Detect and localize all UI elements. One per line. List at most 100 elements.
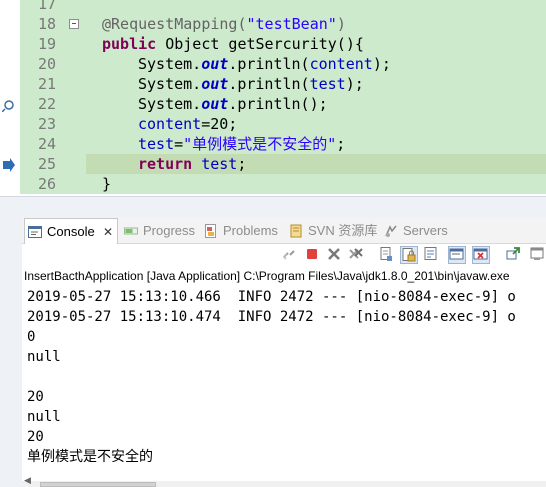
display-selected-console-icon[interactable] [528,246,546,264]
code-text: System.out.println(content); [138,54,391,74]
tab-label: Progress [143,223,196,238]
variable-token: test [138,135,175,153]
code-text: System.out.println(); [138,94,328,114]
tab-label: Problems [223,223,278,238]
code-line[interactable]: 22 System.out.println(); [20,94,546,114]
string-token: "单例模式是不安全的" [183,135,337,153]
code-line-current[interactable]: 25 return test; [20,154,546,174]
fold-slot [66,174,86,194]
line-number: 25 [20,154,66,174]
scroll-left-icon[interactable]: ◀ [24,476,31,486]
scrollbar-thumb[interactable] [40,482,156,487]
code-token: = [174,135,184,153]
console-process-label: InsertBacthApplication [Java Application… [22,268,546,285]
fold-slot [66,0,86,14]
code-line[interactable]: 21 System.out.println(test); [20,74,546,94]
code-line[interactable]: 17 [20,0,546,14]
line-number: 21 [20,74,66,94]
view-left-strip [0,218,22,487]
field-token: out [201,55,229,73]
code-line[interactable]: 23 content=20; [20,114,546,134]
fold-slot [66,54,86,74]
keyword-token: public [102,35,157,53]
terminate-icon[interactable] [303,246,321,264]
code-text: System.out.println(test); [138,74,364,94]
close-icon[interactable]: ✕ [103,219,113,245]
show-console-on-stderr-icon[interactable] [472,246,490,264]
editor-text-area[interactable]: 17 18 @RequestMapping("testBean") 19 pub… [20,0,546,196]
tab-problems[interactable]: Problems [204,218,286,244]
clear-console-icon[interactable] [377,246,395,264]
code-token: Object getSercurity(){ [156,35,364,53]
string-token: "testBean" [246,15,337,33]
code-text: test="单例模式是不安全的"; [138,134,345,154]
console-line: null [27,349,61,365]
code-token: ; [336,135,346,153]
line-background [86,0,546,14]
code-token: .println(); [228,95,328,113]
code-line[interactable]: 24 test="单例模式是不安全的"; [20,134,546,154]
view-tab-bar: Console ✕ Progress Problems SVN 资源库 Serv… [22,218,546,244]
remove-all-terminated-icon[interactable] [347,246,365,264]
fold-slot [66,34,86,54]
code-line[interactable]: 19 public Object getSercurity(){ [20,34,546,54]
fold-slot [66,114,86,134]
line-number: 22 [20,94,66,114]
word-wrap-icon[interactable] [422,246,440,264]
code-text: } [102,174,111,194]
code-token: ); [345,75,364,93]
servers-icon [385,225,397,237]
variable-token: content [309,55,373,73]
horizontal-scrollbar[interactable]: ◀ [22,476,546,487]
scroll-lock-icon[interactable] [400,246,418,264]
pin-console-icon[interactable] [504,246,522,264]
annotation-token: ) [336,15,346,33]
fold-slot [66,14,86,34]
code-token: } [102,175,112,193]
console-line: 2019-05-27 15:13:10.466 INFO 2472 --- [n… [27,289,516,305]
show-console-on-stdout-icon[interactable] [448,246,466,264]
tab-label: Console [47,224,95,239]
remove-launch-icon[interactable] [325,246,343,264]
tab-console[interactable]: Console ✕ [24,218,118,244]
view-area-separator [0,196,546,218]
line-number: 18 [20,14,66,34]
svn-repository-icon [290,224,302,238]
fold-slot [66,134,86,154]
code-token: .println( [228,75,310,93]
code-line[interactable]: 20 System.out.println(content); [20,54,546,74]
console-line: 2019-05-27 15:13:10.474 INFO 2472 --- [n… [27,309,516,325]
fold-slot [66,154,86,174]
tab-svn-repository[interactable]: SVN 资源库 [289,218,379,244]
code-line[interactable]: 18 @RequestMapping("testBean") [20,14,546,34]
tab-label: Servers [403,223,448,238]
fold-slot [66,94,86,114]
console-line: null [27,409,61,425]
code-line[interactable]: 26 } [20,174,546,194]
code-text: @RequestMapping("testBean") [102,14,346,34]
console-line: 20 [27,429,44,445]
line-number: 23 [20,114,66,134]
console-output[interactable]: 2019-05-27 15:13:10.466 INFO 2472 --- [n… [22,285,546,481]
console-line: 20 [27,389,44,405]
code-token: ); [372,55,391,73]
console-line: 单例模式是不安全的 [27,449,153,465]
console-toolbar [22,244,546,268]
line-number: 20 [20,54,66,74]
line-number: 24 [20,134,66,154]
console-icon [28,226,42,238]
disconnect-icon[interactable] [280,246,298,264]
field-token: out [201,95,229,113]
code-editor[interactable]: 17 18 @RequestMapping("testBean") 19 pub… [0,0,546,196]
change-marker-icon[interactable] [2,98,16,112]
keyword-token: return [138,155,193,173]
tab-progress[interactable]: Progress [124,218,204,244]
tab-servers[interactable]: Servers [384,218,459,244]
code-text: content=20; [138,114,237,134]
fold-collapse-icon[interactable] [69,19,79,29]
code-token: System. [138,55,202,73]
line-number: 17 [20,0,66,14]
code-token: System. [138,75,202,93]
code-token: =20; [201,115,238,133]
